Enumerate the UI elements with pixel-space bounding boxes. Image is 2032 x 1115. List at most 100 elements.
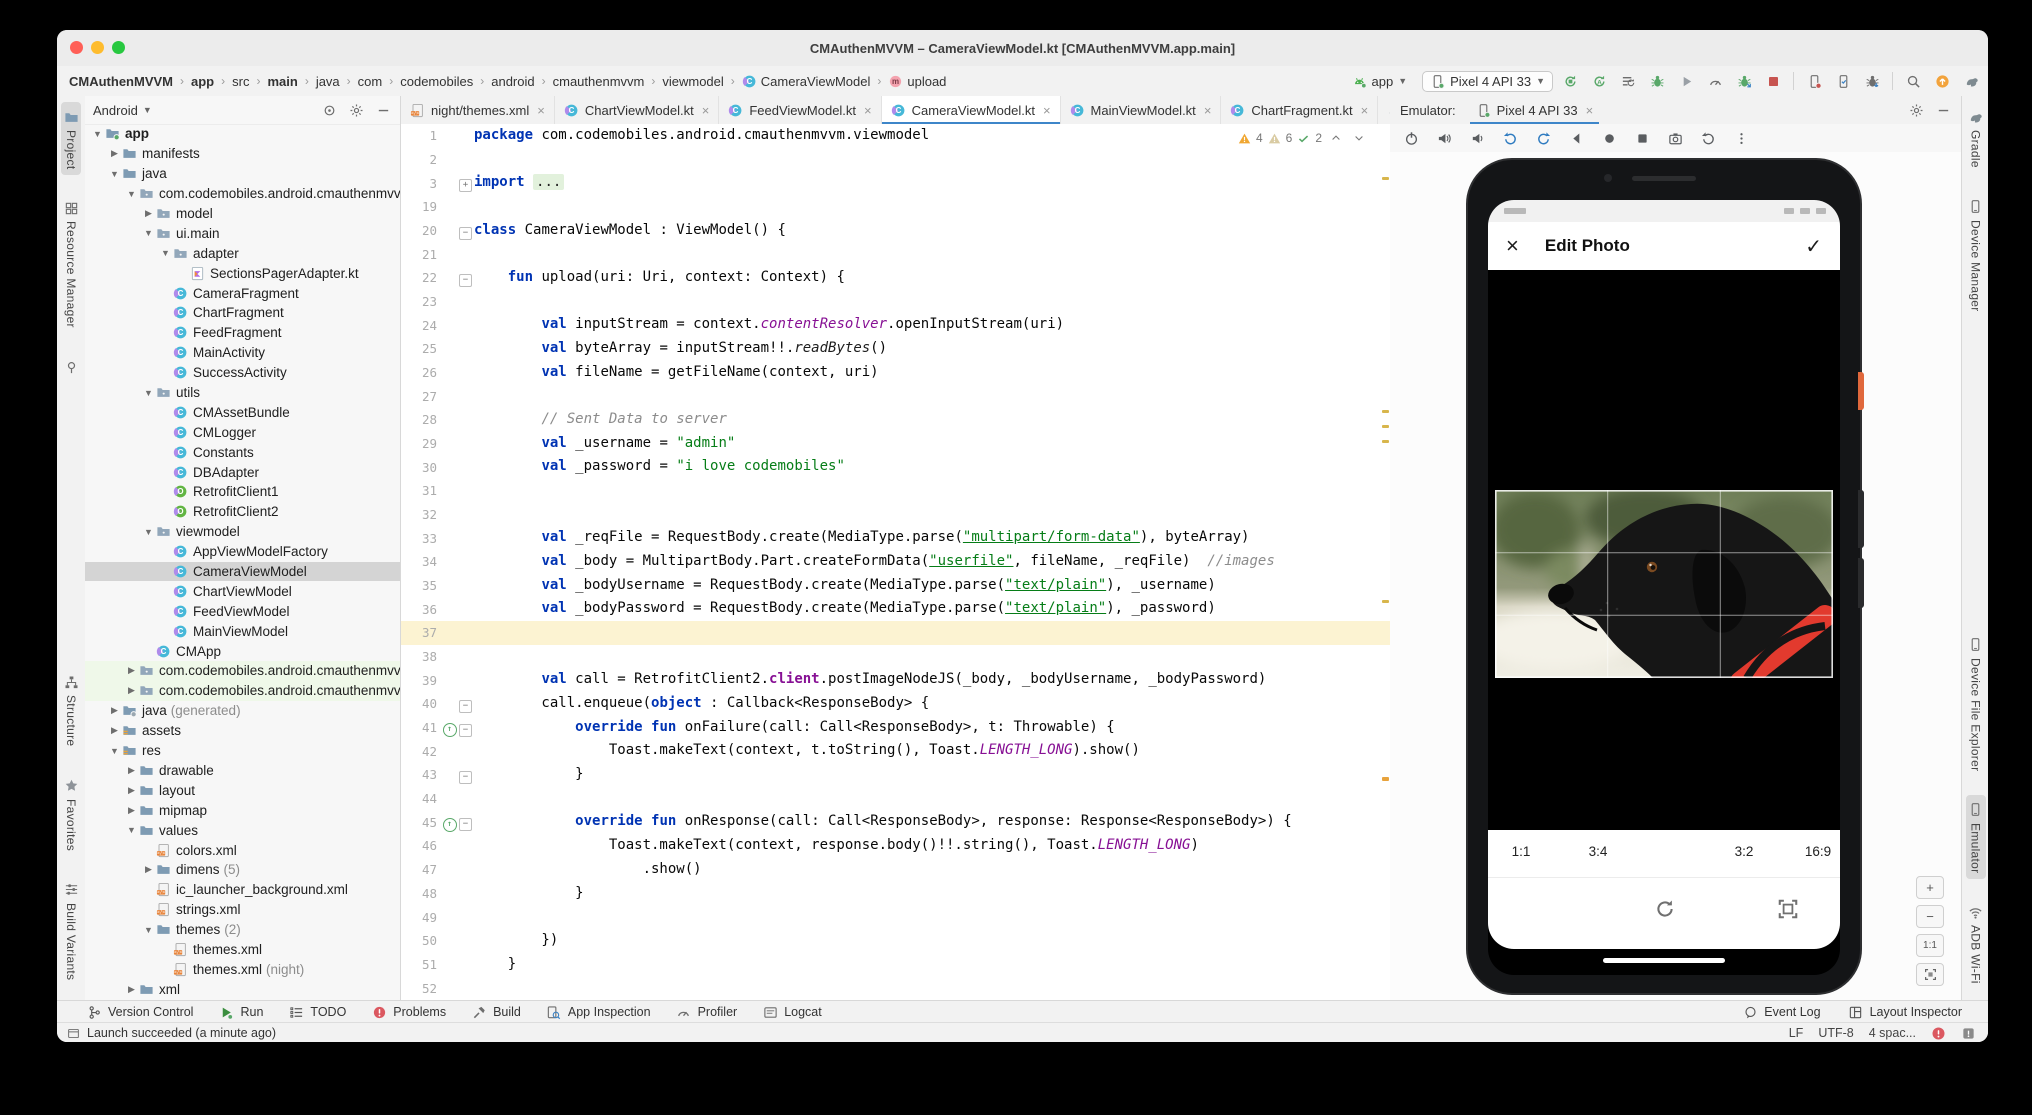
confirm-check-icon[interactable]: ✓ [1805,234,1822,259]
code-line[interactable]: 27 [401,384,1390,408]
tree-item[interactable]: ▼java [85,164,400,184]
tree-item[interactable]: </>strings.xml [85,900,400,920]
chevron-right-icon[interactable]: ▶ [125,984,138,995]
hide-panel-button[interactable] [374,101,392,119]
more-button[interactable] [1732,129,1750,147]
tree-item[interactable]: ▼viewmodel [85,522,400,542]
device-select[interactable]: Pixel 4 API 33 ▼ [1422,71,1553,92]
breadcrumb-item[interactable]: CCameraViewModel [742,74,871,89]
volume-down-button[interactable] [1468,129,1486,147]
zoom-in-button[interactable]: + [1916,876,1944,899]
tree-item[interactable]: CMainViewModel [85,621,400,641]
tree-item[interactable]: ▼values [85,820,400,840]
tree-item[interactable]: CConstants [85,442,400,462]
project-view-select[interactable]: Android ▼ [93,103,152,118]
tree-item[interactable]: ▶com.codemobiles.android.cmauthenmvvm [85,661,400,681]
code-line[interactable]: 24 val inputStream = context.contentReso… [401,313,1390,337]
breadcrumb-item[interactable]: cmauthenmvvm [553,74,645,89]
chevron-right-icon[interactable]: ▶ [142,208,155,219]
code-area[interactable]: 1package com.codemobiles.android.cmauthe… [401,124,1390,1000]
code-line[interactable]: 30 val _password = "i love codemobiles" [401,455,1390,479]
chevron-down-icon[interactable]: ▼ [91,129,104,139]
toolwindow-todo[interactable]: TODO [287,1003,346,1021]
zoom-reset-button[interactable]: 1:1 [1916,934,1944,957]
zoom-out-button[interactable]: − [1916,905,1944,928]
tree-item[interactable]: </>themes.xml (night) [85,959,400,979]
tool-strip-resource-manager[interactable]: Resource Manager [61,193,81,334]
tree-item[interactable]: </>colors.xml [85,840,400,860]
device-manager-button[interactable] [1834,72,1852,90]
inspection-widget[interactable]: 462 [1234,128,1372,148]
code-line[interactable]: 19 [401,195,1390,219]
bug-report-button[interactable] [1863,72,1881,90]
stop-button[interactable] [1764,72,1782,90]
stripe-warning-mark[interactable] [1382,177,1389,180]
code-line[interactable]: 49 [401,905,1390,929]
chevron-down-icon[interactable]: ▼ [142,527,155,537]
close-tab-icon[interactable]: × [1043,103,1051,118]
tree-item[interactable]: CMainActivity [85,343,400,363]
tree-item[interactable]: CCMAssetBundle [85,402,400,422]
tree-item[interactable]: CCMApp [85,641,400,661]
search-everywhere-button[interactable] [1904,72,1922,90]
chevron-down-icon[interactable]: ▼ [142,925,155,935]
tool-strip-project[interactable]: Project [61,102,81,175]
fold-marker[interactable]: − [457,813,474,831]
breadcrumb-item[interactable]: android [491,74,534,89]
tree-item[interactable]: ▼app [85,124,400,144]
tree-item[interactable]: ORetrofitClient1 [85,482,400,502]
volume-up-button[interactable] [1435,129,1453,147]
toolwindow-build[interactable]: Build [470,1003,521,1021]
chevron-right-icon[interactable]: ▶ [125,765,138,776]
tree-item[interactable]: ▶model [85,204,400,224]
tool-strip-build-variants[interactable]: Build Variants [61,875,81,986]
editor-tab[interactable]: CChartFragment.kt× [1221,96,1378,124]
code-line[interactable]: 22− fun upload(uri: Uri, context: Contex… [401,266,1390,290]
gear-button[interactable] [347,101,365,119]
code-line[interactable]: 33 val _reqFile = RequestBody.create(Med… [401,526,1390,550]
code-line[interactable]: 25 val byteArray = inputStream!!.readByt… [401,337,1390,361]
code-line[interactable]: 40− call.enqueue(object : Callback<Respo… [401,692,1390,716]
tree-item[interactable]: ▼ui.main [85,223,400,243]
breadcrumb-item[interactable]: codemobiles [400,74,473,89]
chevron-right-icon[interactable]: ▶ [125,685,138,696]
code-line[interactable]: 3+import ... [401,171,1390,195]
close-icon[interactable]: × [1506,236,1519,256]
tree-item[interactable]: CCameraFragment [85,283,400,303]
snapshots-button[interactable] [1699,129,1717,147]
code-line[interactable]: 23 [401,290,1390,314]
minimize-panel-icon[interactable] [1936,103,1951,118]
fold-marker[interactable]: − [457,695,474,713]
code-line[interactable]: 51 } [401,953,1390,977]
breadcrumb-item[interactable]: app [191,74,214,89]
breadcrumb-item[interactable]: src [232,74,249,89]
tree-item[interactable]: ▶assets [85,721,400,741]
rotate-right-button[interactable] [1534,129,1552,147]
code-line[interactable]: 43− } [401,763,1390,787]
gradle-sync-button[interactable] [1962,72,1980,90]
stripe-warning-mark[interactable] [1382,600,1389,603]
toolwindow-problems[interactable]: Problems [370,1003,446,1021]
code-line[interactable]: 32 [401,503,1390,527]
close-tab-icon[interactable]: × [1204,103,1212,118]
code-line[interactable]: 36 val _bodyPassword = RequestBody.creat… [401,597,1390,621]
tree-item[interactable]: ▼themes (2) [85,920,400,940]
tool-strip-adb-wi-fi[interactable]: ADB Wi-Fi [1966,897,1986,990]
profile-button[interactable] [1706,72,1724,90]
code-line[interactable]: 45↑− override fun onResponse(call: Call<… [401,810,1390,834]
code-line[interactable]: 26 val fileName = getFileName(context, u… [401,361,1390,385]
chevron-right-icon[interactable]: ▶ [125,665,138,676]
code-line[interactable]: 39 val call = RetrofitClient2.client.pos… [401,668,1390,692]
tool-strip-emulator[interactable]: Emulator [1966,795,1986,879]
fold-marker[interactable]: + [457,174,474,192]
home-button[interactable] [1600,129,1618,147]
attach-debugger-button[interactable] [1677,72,1695,90]
chevron-right-icon[interactable]: ▶ [125,805,138,816]
debug-button[interactable] [1648,72,1666,90]
dog-photo-crop-view[interactable] [1495,490,1833,678]
tool-strip-gradle[interactable]: Gradle [1966,102,1986,174]
toolwindow-app-inspection[interactable]: App Inspection [545,1003,651,1021]
breadcrumb-item[interactable]: viewmodel [662,74,723,89]
tree-item[interactable]: CChartFragment [85,303,400,323]
close-tab-icon[interactable]: × [1361,103,1369,118]
